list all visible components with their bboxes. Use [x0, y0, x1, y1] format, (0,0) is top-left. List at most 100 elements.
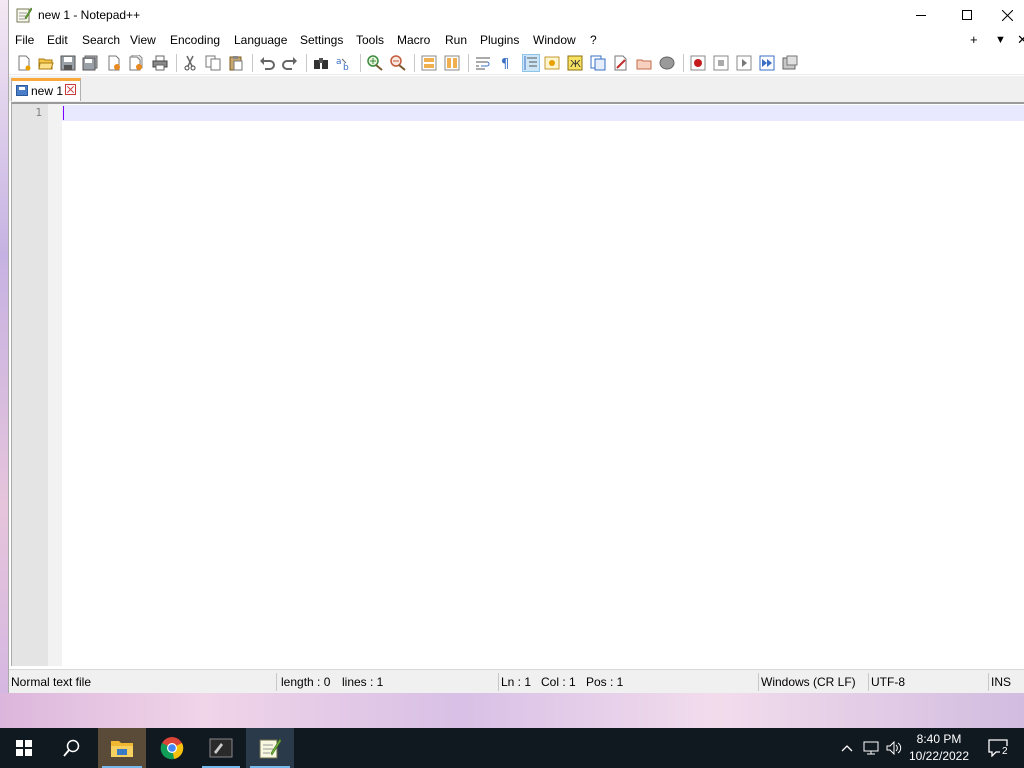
- tab-new-1[interactable]: new 1: [11, 78, 81, 101]
- notification-count: 2: [1000, 746, 1010, 757]
- clock-time: 8:40 PM: [916, 732, 962, 746]
- monitoring-icon[interactable]: [658, 54, 676, 72]
- find-icon[interactable]: [312, 54, 330, 72]
- menu-settings[interactable]: Settings: [300, 33, 343, 47]
- network-tray-button[interactable]: [860, 728, 882, 768]
- document-list-icon[interactable]: [635, 54, 653, 72]
- tab-close-icon[interactable]: [65, 84, 76, 95]
- menu-tools[interactable]: Tools: [356, 33, 384, 47]
- sync-horizontal-icon[interactable]: [443, 54, 461, 72]
- add-tab-button[interactable]: +: [970, 32, 978, 47]
- tab-list-button[interactable]: ▼: [995, 34, 1006, 46]
- status-eol: Windows (CR LF): [761, 675, 856, 689]
- new-file-icon[interactable]: [15, 54, 33, 72]
- cut-icon[interactable]: [181, 54, 199, 72]
- menu-search[interactable]: Search: [82, 33, 120, 47]
- stop-record-icon[interactable]: [712, 54, 730, 72]
- svg-text:¶: ¶: [501, 57, 509, 71]
- tab-label: new 1: [31, 84, 64, 98]
- print-icon[interactable]: [151, 54, 169, 72]
- status-segment: [499, 673, 759, 691]
- svg-text:Ж: Ж: [570, 59, 581, 70]
- menu-help[interactable]: ?: [590, 33, 597, 47]
- word-wrap-icon[interactable]: [474, 54, 492, 72]
- menu-view[interactable]: View: [130, 33, 156, 47]
- user-defined-language-icon[interactable]: [543, 54, 561, 72]
- menu-edit[interactable]: Edit: [47, 33, 68, 47]
- desktop-wallpaper-strip: [0, 693, 1024, 728]
- close-window-button[interactable]: [990, 0, 1024, 30]
- save-all-icon[interactable]: [81, 54, 99, 72]
- text-caret: [63, 106, 64, 120]
- start-button[interactable]: [0, 728, 48, 768]
- show-hidden-icons-button[interactable]: [836, 728, 858, 768]
- line-number: 1: [35, 106, 42, 119]
- chevron-up-icon: [841, 745, 853, 752]
- taskbar-chrome[interactable]: [148, 728, 196, 768]
- save-icon[interactable]: [59, 54, 77, 72]
- clock[interactable]: 8:40 PM 10/22/2022: [905, 731, 973, 765]
- menu-encoding[interactable]: Encoding: [170, 33, 220, 47]
- open-file-icon[interactable]: [37, 54, 55, 72]
- search-icon: [63, 739, 80, 757]
- menu-bar: File Edit Search View Encoding Language …: [9, 30, 1024, 51]
- zoom-out-icon[interactable]: [389, 54, 407, 72]
- taskbar-notepadpp[interactable]: [246, 728, 294, 768]
- undo-icon[interactable]: [258, 54, 276, 72]
- tab-bar: new 1: [9, 76, 1024, 102]
- taskbar: 8:40 PM 10/22/2022 2: [0, 728, 1024, 768]
- menu-language[interactable]: Language: [234, 33, 287, 47]
- menu-macro[interactable]: Macro: [397, 33, 430, 47]
- paste-icon[interactable]: [227, 54, 245, 72]
- title-bar[interactable]: new 1 - Notepad++: [9, 0, 1024, 30]
- status-bar: Normal text file length : 0 lines : 1 Ln…: [9, 669, 1024, 693]
- function-list-icon[interactable]: [589, 54, 607, 72]
- search-button[interactable]: [48, 728, 96, 768]
- saved-file-icon: [16, 85, 28, 96]
- indent-guide-icon[interactable]: [522, 54, 540, 72]
- toolbar-separator: [360, 54, 361, 72]
- copy-icon[interactable]: [204, 54, 222, 72]
- current-line-highlight: [62, 105, 1024, 121]
- taskbar-terminal[interactable]: [198, 728, 244, 768]
- run-macro-multiple-icon[interactable]: [758, 54, 776, 72]
- toolbar-separator: [306, 54, 307, 72]
- close-document-button[interactable]: ✕: [1017, 32, 1024, 48]
- record-macro-icon[interactable]: [689, 54, 707, 72]
- status-file-type: Normal text file: [11, 675, 92, 689]
- document-map-icon[interactable]: Ж: [566, 54, 584, 72]
- save-macro-icon[interactable]: [781, 54, 799, 72]
- notepadpp-app-icon: [16, 7, 32, 23]
- menu-window[interactable]: Window: [533, 33, 576, 47]
- replace-icon[interactable]: ab: [335, 54, 353, 72]
- maximize-button[interactable]: [944, 0, 990, 30]
- redo-icon[interactable]: [281, 54, 299, 72]
- show-all-characters-icon[interactable]: ¶: [497, 54, 515, 72]
- status-lines: lines : 1: [342, 675, 384, 689]
- play-macro-icon[interactable]: [735, 54, 753, 72]
- maximize-icon: [962, 10, 972, 20]
- sync-vertical-icon[interactable]: [420, 54, 438, 72]
- toolbar-separator: [176, 54, 177, 72]
- taskbar-file-explorer[interactable]: [98, 728, 146, 768]
- status-encoding: UTF-8: [871, 675, 905, 689]
- minimize-button[interactable]: [898, 0, 944, 30]
- action-center-button[interactable]: 2: [978, 728, 1018, 768]
- folder-as-workspace-icon[interactable]: [612, 54, 630, 72]
- network-icon: [863, 741, 879, 755]
- minimize-icon: [916, 15, 926, 16]
- menu-plugins[interactable]: Plugins: [480, 33, 519, 47]
- close-all-icon[interactable]: [127, 54, 145, 72]
- volume-tray-button[interactable]: [883, 728, 905, 768]
- close-icon[interactable]: [105, 54, 123, 72]
- menu-file[interactable]: File: [15, 33, 34, 47]
- fold-margin[interactable]: [48, 104, 62, 666]
- editor-area[interactable]: 1: [11, 102, 1024, 666]
- zoom-in-icon[interactable]: [366, 54, 384, 72]
- clock-date: 10/22/2022: [908, 749, 970, 763]
- menu-run[interactable]: Run: [445, 33, 467, 47]
- desktop-wallpaper: [0, 0, 8, 728]
- status-position: Pos : 1: [586, 675, 624, 689]
- start-icon: [16, 740, 32, 756]
- terminal-icon: [209, 738, 233, 758]
